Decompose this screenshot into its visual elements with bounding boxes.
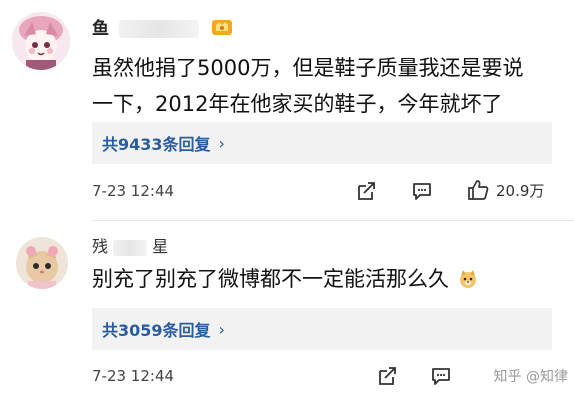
chevron-right-icon: ›	[218, 133, 225, 153]
username-row[interactable]: 鱼	[92, 14, 233, 42]
username[interactable]: 鱼	[92, 19, 109, 39]
username-redacted	[118, 20, 199, 38]
comment-text: 虽然他捐了5000万，但是鞋子质量我还是要说 一下，2012年在他家买的鞋子，今…	[92, 50, 523, 122]
comment-icon	[413, 183, 431, 200]
comment-text-line: 虽然他捐了5000万，但是鞋子质量我还是要说	[92, 56, 524, 80]
chevron-right-icon: ›	[218, 319, 225, 339]
comment-text-line: 别充了别充了微博都不一定能活那么久	[92, 267, 449, 291]
reply-count-label: 共3059条回复	[102, 321, 211, 340]
avatar-anime[interactable]	[12, 12, 70, 70]
comment-time: 7-23 12:44	[92, 367, 175, 385]
view-replies-button[interactable]: 共9433条回复 ›	[92, 122, 552, 164]
comment-text-line: 一下，2012年在他家买的鞋子，今年就坏了	[92, 92, 503, 116]
badge-icon	[211, 17, 233, 42]
share-button[interactable]	[376, 365, 398, 387]
comment-button[interactable]	[430, 365, 452, 387]
watermark: 知乎 @知律	[493, 369, 568, 385]
reply-count-label: 共9433条回复	[102, 135, 211, 154]
view-replies-button[interactable]: 共3059条回复 ›	[92, 308, 552, 350]
comment-button[interactable]	[411, 180, 433, 202]
username-row[interactable]: 残 星	[92, 233, 168, 257]
comment-2: 残 星 别充了别充了微博都不一定能活那么久 共3059条回复 › 7-23 12…	[0, 221, 574, 400]
like-count: 20.9万	[496, 181, 545, 200]
avatar-cat[interactable]	[16, 237, 68, 289]
comment-text: 别充了别充了微博都不一定能活那么久	[92, 261, 478, 300]
comment-1: 鱼 虽然他捐了5000万，但是鞋子质量我还是要说 一下，2012年在他家买的鞋子…	[0, 0, 574, 220]
share-icon	[358, 182, 375, 200]
share-icon	[379, 367, 396, 385]
like-button[interactable]: 20.9万	[466, 178, 544, 202]
comment-icon	[432, 368, 450, 385]
thumbs-up-icon	[468, 180, 489, 200]
comment-time: 7-23 12:44	[92, 182, 175, 200]
username-redacted	[113, 239, 148, 256]
username[interactable]: 星	[152, 237, 168, 256]
username[interactable]: 残	[92, 237, 108, 256]
doge-emoji-icon	[458, 264, 478, 300]
share-button[interactable]	[355, 180, 377, 202]
